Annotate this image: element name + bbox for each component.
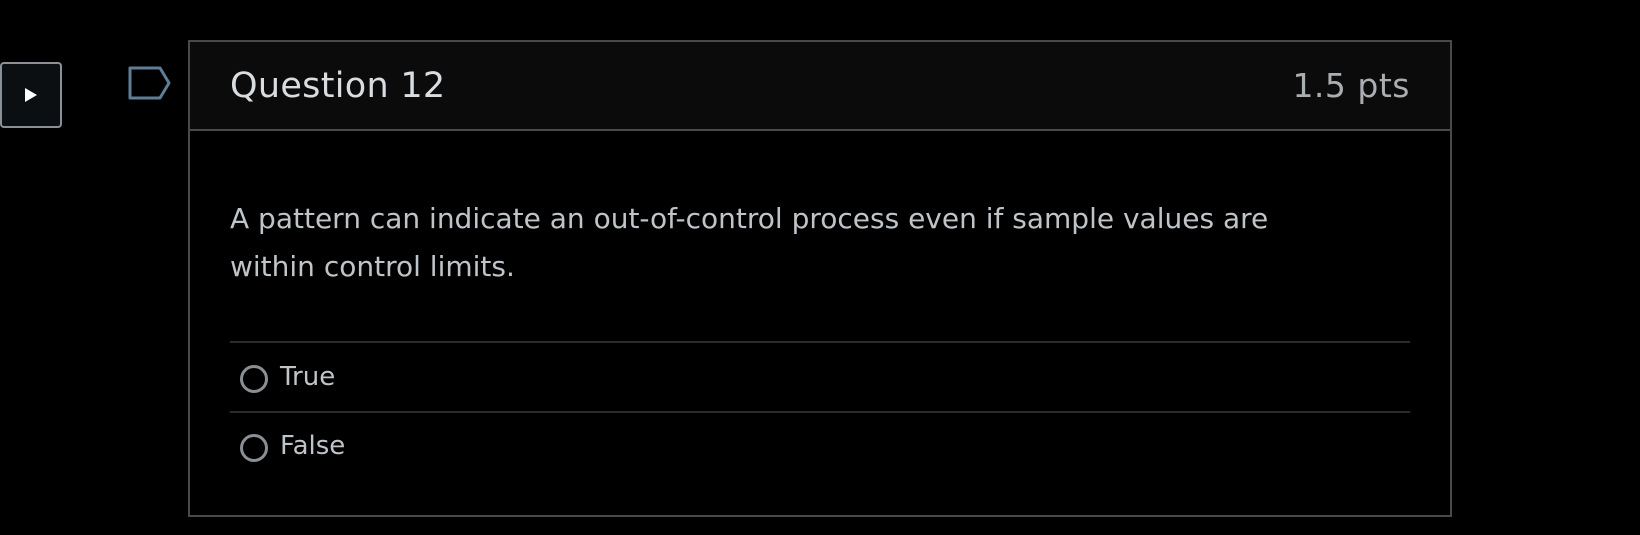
answer-list: True False — [230, 341, 1410, 479]
answer-label-true: True — [280, 362, 336, 392]
radio-button-false[interactable] — [240, 434, 268, 462]
question-title: Question 12 — [230, 65, 446, 106]
answer-label-false: False — [280, 431, 346, 461]
question-header: Question 12 1.5 pts — [190, 42, 1450, 131]
play-button[interactable] — [0, 62, 62, 128]
play-triangle-icon — [23, 86, 39, 104]
question-text: A pattern can indicate an out-of-control… — [230, 202, 1269, 283]
radio-button-true[interactable] — [240, 365, 268, 393]
answer-option-true[interactable]: True — [230, 343, 1410, 411]
question-points: 1.5 pts — [1292, 66, 1410, 105]
flag-icon — [128, 66, 172, 108]
answer-option-false[interactable]: False — [230, 411, 1410, 479]
question-card: Question 12 1.5 pts A pattern can indica… — [188, 40, 1452, 517]
question-body: A pattern can indicate an out-of-control… — [190, 195, 1450, 479]
flag-question-button[interactable] — [128, 66, 172, 104]
